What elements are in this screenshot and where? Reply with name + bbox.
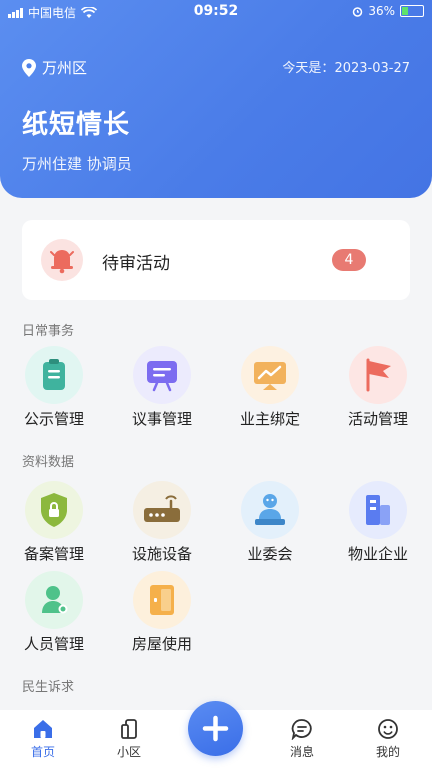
- icon-bg: [241, 346, 299, 404]
- person-icon: [42, 586, 68, 614]
- tab-mine[interactable]: 我的: [348, 718, 428, 760]
- location-pin-icon: [22, 58, 36, 77]
- presentation-icon: [147, 361, 177, 392]
- user-name: 纸短情长: [22, 110, 131, 140]
- date-value: 2023-03-27: [334, 61, 410, 76]
- grid-item-label: 活动管理: [347, 410, 408, 428]
- add-button[interactable]: [188, 701, 243, 756]
- icon-bg: [133, 346, 191, 404]
- tab-home[interactable]: 首页: [3, 718, 83, 760]
- section-title-data: 资料数据: [22, 455, 75, 470]
- grid-item-label: 备案管理: [23, 545, 84, 563]
- alarm-icon: [353, 6, 363, 17]
- tab-label: 消息: [289, 745, 314, 759]
- home-icon: [34, 720, 52, 738]
- bell-icon: [50, 250, 74, 274]
- location-selector[interactable]: 万州区: [22, 57, 87, 78]
- smile-icon: [378, 719, 398, 739]
- date-prefix: 今天是：: [282, 61, 335, 76]
- user-role: 万州住建 协调员: [22, 155, 132, 173]
- tab-label: 小区: [116, 745, 141, 759]
- pending-count-badge: 4: [332, 249, 366, 271]
- location-label: 万州区: [42, 59, 88, 77]
- grid-item-label: 议事管理: [131, 410, 192, 428]
- date-display: 今天是：2023-03-27: [282, 57, 410, 76]
- shield-lock-icon: [41, 493, 67, 527]
- door-icon: [150, 585, 174, 615]
- tab-community[interactable]: 小区: [89, 718, 169, 760]
- grid-item-label: 公示管理: [23, 410, 84, 428]
- committee-icon: [255, 494, 285, 525]
- status-right: 36%: [352, 4, 424, 18]
- status-bar: 中国电信 09:52 36%: [0, 0, 432, 24]
- tab-label: 首页: [30, 745, 55, 759]
- grid-item-label: 设施设备: [131, 545, 192, 563]
- icon-bg: [133, 571, 191, 629]
- battery-fill: [402, 7, 408, 15]
- icon-bg: [349, 346, 407, 404]
- grid-item-label: 房屋使用: [131, 635, 192, 653]
- phone-icon: [121, 719, 137, 739]
- pending-label: 待审活动: [102, 254, 170, 274]
- battery-percent: 36%: [368, 4, 395, 18]
- pending-icon-bg: [41, 239, 83, 281]
- header: 中国电信 09:52 36% 万州区 今天是：2023-03-27 纸短情长 万…: [0, 0, 432, 198]
- pending-activities-card[interactable]: 待审活动 4: [22, 220, 410, 300]
- icon-bg: [25, 346, 83, 404]
- icon-bg: [241, 481, 299, 539]
- grid-item-label: 业委会: [247, 545, 293, 563]
- section-title-daily: 日常事务: [22, 324, 75, 339]
- tab-messages[interactable]: 消息: [262, 718, 342, 760]
- grid-item-label: 物业企业: [347, 545, 408, 563]
- message-icon: [291, 719, 312, 740]
- plus-icon: [202, 715, 229, 742]
- icon-bg: [349, 481, 407, 539]
- icon-bg: [25, 571, 83, 629]
- building-icon: [366, 495, 390, 525]
- flag-icon: [366, 358, 391, 392]
- icon-bg: [133, 481, 191, 539]
- clipboard-icon: [43, 359, 65, 390]
- router-icon: [144, 495, 180, 522]
- tab-label: 我的: [375, 745, 400, 759]
- icon-bg: [25, 481, 83, 539]
- section-title-appeals: 民生诉求: [22, 680, 75, 695]
- grid-item-label: 业主绑定: [239, 410, 300, 428]
- chart-board-icon: [254, 362, 286, 390]
- battery-icon: [400, 5, 424, 17]
- grid-item-label: 人员管理: [23, 635, 84, 653]
